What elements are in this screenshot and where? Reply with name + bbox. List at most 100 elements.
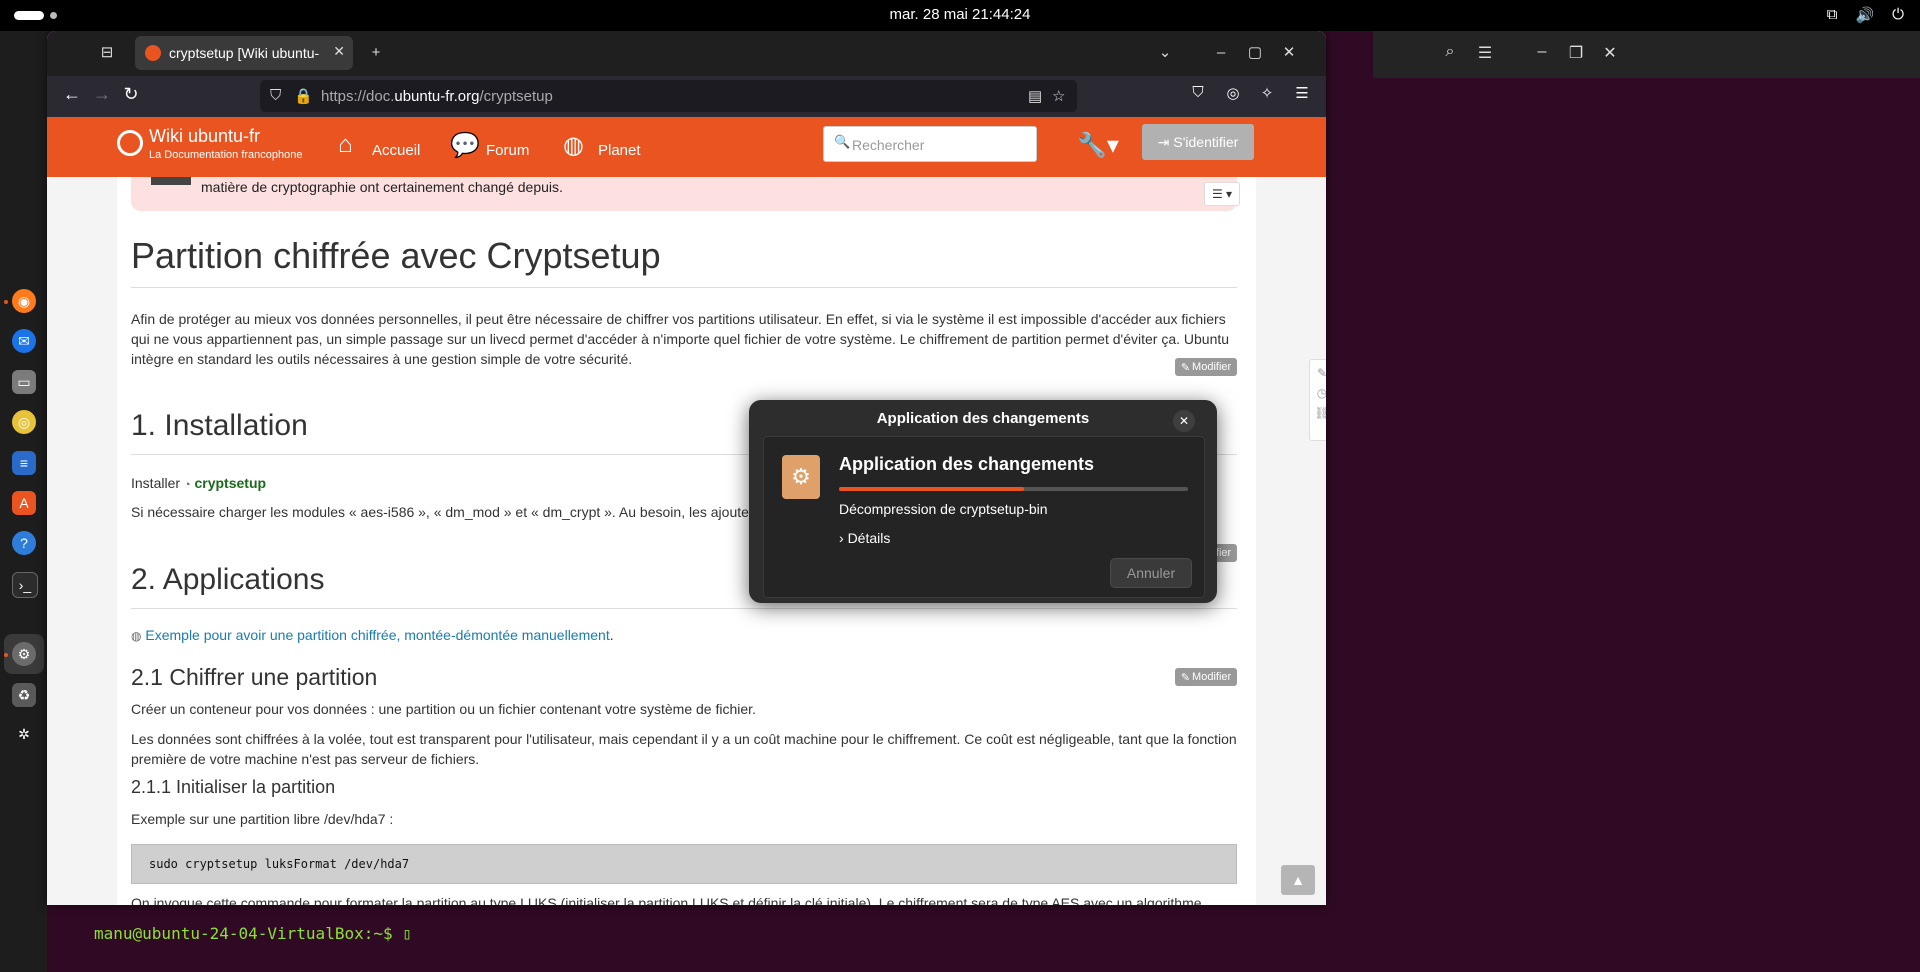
shield-icon[interactable]: ⛉ (270, 87, 281, 104)
minimize-icon[interactable]: – (1528, 43, 1556, 61)
running-indicator (4, 300, 8, 304)
nav-planet[interactable]: Planet (598, 142, 641, 159)
show-apps-icon[interactable]: ✲ (12, 722, 36, 746)
chevron-down-icon[interactable]: ⌄ (1152, 39, 1178, 65)
software-updater-icon[interactable]: ⚙ (12, 642, 36, 666)
example-link-line: ◍ Exemple pour avoir une partition chiff… (131, 627, 614, 643)
paragraph: Exemple sur une partition libre /dev/hda… (131, 811, 394, 827)
forum-icon[interactable]: 💬 (450, 131, 480, 160)
intro-paragraph: Afin de protéger au mieux vos données pe… (131, 311, 1230, 367)
nav-toolbar: ← → ↻ ⛉ 🔒 https://doc.ubuntu-fr.org/cryp… (47, 76, 1326, 117)
power-icon[interactable]: ⏻ (1892, 6, 1904, 24)
lock-icon[interactable]: 🔒 (294, 87, 313, 105)
help-icon[interactable]: ? (12, 531, 36, 555)
wiki-search-box[interactable]: 🔍 (823, 126, 1037, 162)
edit-page-icon[interactable]: ✎ (1310, 366, 1326, 380)
edit-button[interactable]: ✎Modifier (1175, 358, 1237, 376)
ubuntu-favicon-icon (145, 45, 161, 61)
section-chiffrer: 2.1 Chiffrer une partition (131, 664, 378, 690)
network-icon[interactable]: ⧉ (1827, 6, 1838, 24)
maximize-icon[interactable]: ▢ (1242, 39, 1268, 65)
divider (131, 287, 1237, 288)
search-icon: 🔍 (834, 134, 851, 149)
dialog-heading: Application des changements (839, 454, 1095, 474)
bookmark-star-icon[interactable]: ☆ (1052, 87, 1065, 105)
toc-toggle-button[interactable]: ☰ ▾ (1204, 182, 1240, 206)
reload-icon[interactable]: ↻ (117, 84, 145, 105)
page-side-tools: ✎ ◷ ⛓ (1309, 359, 1326, 441)
running-indicator (4, 653, 8, 657)
apt-icon: ◔ (183, 479, 191, 491)
dialog-close-button[interactable]: ✕ (1173, 410, 1195, 432)
reader-view-icon[interactable]: ▤ (1028, 87, 1042, 105)
cancel-button[interactable]: Annuler (1110, 558, 1192, 588)
minimize-icon[interactable]: – (1208, 39, 1234, 65)
rhythmbox-icon[interactable]: ◎ (12, 410, 36, 434)
install-package-link[interactable]: cryptsetup (194, 475, 266, 491)
section-initialiser: 2.1.1 Initialiser la partition (131, 777, 336, 797)
notice-text: matière de cryptographie ont certainemen… (201, 179, 563, 195)
nav-accueil[interactable]: Accueil (372, 142, 420, 159)
tools-wrench-icon[interactable]: 🔧▾ (1077, 131, 1119, 160)
forward-icon[interactable]: → (88, 84, 116, 105)
menu-icon[interactable]: ☰ (1471, 43, 1499, 63)
firefox-icon[interactable]: ◉ (12, 289, 36, 313)
close-window-icon[interactable]: ✕ (1276, 39, 1302, 65)
notice-icon (151, 177, 191, 185)
section-applications: 2. Applications (131, 563, 325, 596)
edit-button[interactable]: ✎Modifier (1175, 668, 1237, 686)
tab-strip: ⊟ cryptsetup [Wiki ubuntu-fr] ✕ + ⌄ – ▢ … (47, 31, 1326, 76)
search-icon[interactable]: ⌕ (1436, 43, 1464, 61)
example-link[interactable]: Exemple pour avoir une partition chiffré… (145, 627, 609, 643)
top-bar: mar. 28 mai 21:44:24 ⧉ 🔊 ⏻ (0, 0, 1920, 31)
backlinks-icon[interactable]: ⛓ (1310, 406, 1326, 420)
planet-icon[interactable]: ◍ (563, 131, 584, 160)
nav-forum[interactable]: Forum (486, 142, 529, 159)
app-center-icon[interactable]: A (12, 491, 36, 515)
clock[interactable]: mar. 28 mai 21:44:24 (0, 6, 1920, 23)
terminal-icon[interactable]: ›_ (12, 572, 38, 598)
writer-icon[interactable]: ≡ (12, 451, 36, 475)
section-installation: 1. Installation (131, 409, 308, 442)
restore-icon[interactable]: ❐ (1562, 43, 1590, 63)
tab-cryptsetup[interactable]: cryptsetup [Wiki ubuntu-fr] ✕ (135, 36, 353, 70)
pocket-icon[interactable]: ⛉ (1184, 84, 1212, 101)
tab-list-icon[interactable]: ⊟ (94, 39, 120, 65)
terminal-header: ⌕ ☰ – ❐ ✕ (1373, 31, 1920, 78)
volume-icon[interactable]: 🔊 (1855, 6, 1874, 24)
login-button[interactable]: ⇥ S'identifier (1142, 124, 1254, 160)
logo-subtitle[interactable]: La Documentation francophone (149, 149, 303, 161)
url-text[interactable]: https://doc.ubuntu-fr.org/cryptsetup (321, 88, 553, 105)
dock: ◉ ✉ ▭ ◎ ≡ A ? ›_ ⚙ ♻ ✲ (0, 31, 47, 972)
trash-icon[interactable]: ♻ (12, 683, 36, 707)
code-block[interactable]: sudo cryptsetup luksFormat /dev/hda7 (131, 844, 1237, 884)
thunderbird-icon[interactable]: ✉ (12, 329, 36, 353)
ubuntu-logo-icon[interactable] (117, 130, 143, 156)
account-icon[interactable]: ◎ (1219, 84, 1247, 102)
back-to-top-button[interactable]: ▲ (1281, 865, 1315, 895)
history-icon[interactable]: ◷ (1310, 386, 1326, 400)
globe-icon: ◍ (131, 629, 142, 643)
pencil-icon: ✎ (1180, 671, 1191, 684)
apply-changes-dialog: Application des changements ✕ ⚙ Applicat… (749, 400, 1217, 603)
logo-title[interactable]: Wiki ubuntu-fr (149, 126, 260, 147)
details-expander[interactable]: › Détails (839, 530, 890, 546)
dialog-title: Application des changements (876, 410, 1090, 427)
system-tray[interactable]: ⧉ 🔊 ⏻ (1827, 6, 1904, 24)
paragraph: On invoque cette commande pour formater … (131, 895, 1202, 905)
extensions-icon[interactable]: ✧ (1253, 84, 1281, 102)
close-icon[interactable]: ✕ (1596, 43, 1624, 63)
files-icon[interactable]: ▭ (12, 370, 36, 394)
terminal-prompt[interactable]: manu@ubuntu-24-04-VirtualBox:~$ ▯ (94, 924, 412, 943)
close-tab-icon[interactable]: ✕ (333, 43, 345, 60)
wiki-navbar: Wiki ubuntu-fr La Documentation francoph… (47, 117, 1326, 177)
home-icon[interactable]: ⌂ (338, 131, 353, 159)
pencil-icon: ✎ (1180, 361, 1191, 374)
new-tab-icon[interactable]: + (363, 39, 389, 65)
chevron-right-icon: › (839, 530, 844, 546)
back-icon[interactable]: ← (58, 84, 86, 105)
url-bar[interactable]: ⛉ 🔒 https://doc.ubuntu-fr.org/cryptsetup… (260, 80, 1077, 112)
dialog-body: ⚙ Application des changements Décompress… (763, 436, 1205, 598)
hamburger-menu-icon[interactable]: ☰ (1288, 84, 1316, 102)
wiki-search-input[interactable] (850, 133, 1034, 157)
